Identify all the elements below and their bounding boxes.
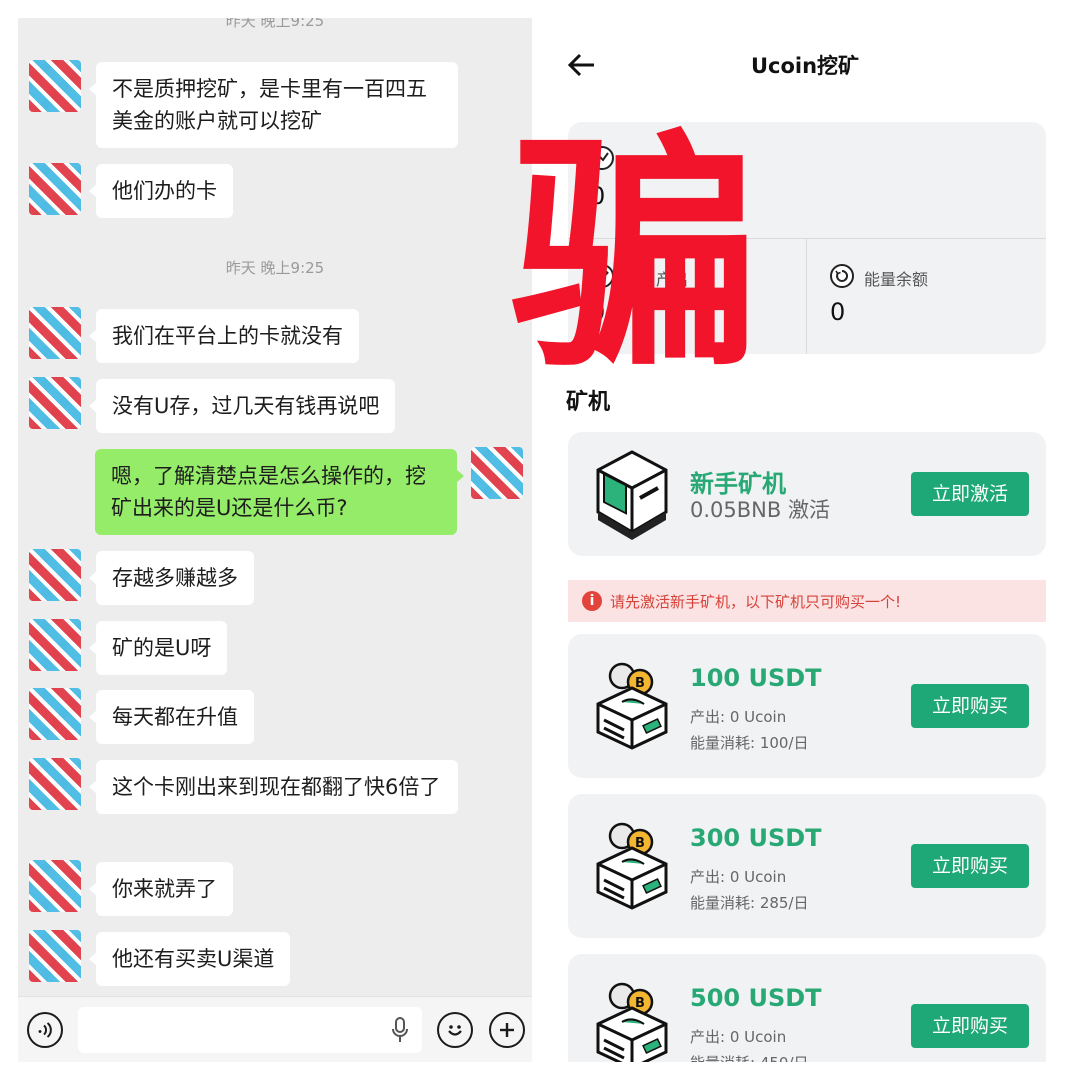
contact-avatar[interactable]	[29, 860, 81, 912]
coin-miner-icon: B	[596, 822, 668, 910]
message-bubble[interactable]: 你来就弄了	[89, 862, 233, 916]
my-message-bubble[interactable]: 嗯，了解清楚点是怎么操作的，挖矿出来的是U还是什么币?	[95, 449, 464, 535]
buy-button[interactable]: 立即购买	[911, 1004, 1029, 1048]
chat-timestamp: 昨天 晚上9:25	[225, 18, 325, 30]
stat-energy-value: 0	[830, 298, 846, 326]
message-bubble[interactable]: 这个卡刚出来到现在都翻了快6倍了	[89, 760, 458, 814]
coin-miner-icon: B	[596, 982, 668, 1062]
contact-avatar[interactable]	[29, 930, 81, 982]
miner-output: 产出: 0 Ucoin	[690, 708, 787, 726]
message-bubble[interactable]: 矿的是U呀	[88, 621, 228, 675]
coin-miner-icon: B	[596, 662, 668, 750]
message-bubble[interactable]: 没有U存，过几天有钱再说吧	[88, 379, 396, 433]
message-input[interactable]	[78, 1007, 422, 1053]
contact-avatar[interactable]	[29, 163, 81, 215]
scam-warning-overlay: 骗	[510, 120, 760, 370]
miner-output: 产出: 0 Ucoin	[690, 1028, 787, 1046]
divider	[806, 238, 807, 354]
recycle-icon	[830, 264, 854, 288]
contact-avatar[interactable]	[29, 549, 81, 601]
miner-output: 产出: 0 Ucoin	[690, 868, 787, 886]
miner-energy: 能量消耗: 285/日	[690, 894, 809, 912]
emoji-icon[interactable]	[437, 1012, 473, 1048]
buy-button[interactable]: 立即购买	[911, 844, 1029, 888]
buy-button[interactable]: 立即购买	[911, 684, 1029, 728]
screenshot-collage: 昨天 晚上9:25 不是质押挖矿，是卡里有一百四五美金的账户就可以挖矿 他们办的…	[0, 0, 1080, 1080]
info-icon: i	[582, 591, 602, 611]
contact-avatar[interactable]	[29, 377, 81, 429]
miner-card: B 100 USDT 产出: 0 Ucoin 能量消耗: 100/日 立即购买	[568, 634, 1046, 778]
contact-avatar[interactable]	[29, 60, 81, 112]
miner-price: 0.05BNB 激活	[690, 498, 830, 522]
miner-name: 300 USDT	[690, 824, 822, 852]
miner-name: 100 USDT	[690, 664, 822, 692]
contact-avatar[interactable]	[29, 307, 81, 359]
scam-character: 骗	[510, 120, 760, 370]
section-title: 矿机	[566, 390, 611, 415]
voice-icon[interactable]	[27, 1012, 63, 1048]
miner-name: 500 USDT	[690, 984, 822, 1012]
starter-miner-card: 新手矿机 0.05BNB 激活 立即激活	[568, 432, 1046, 556]
warning-notice: i 请先激活新手矿机，以下矿机只可购买一个!	[568, 580, 1046, 622]
message-bubble[interactable]: 他还有买卖U渠道	[88, 932, 291, 986]
contact-avatar[interactable]	[29, 688, 81, 740]
page-title: Ucoin挖矿	[750, 54, 860, 78]
message-bubble[interactable]: 他们办的卡	[89, 164, 233, 218]
plus-icon[interactable]	[489, 1012, 525, 1048]
message-bubble[interactable]: 每天都在升值	[89, 690, 254, 744]
miner-energy: 能量消耗: 100/日	[690, 734, 809, 752]
message-bubble[interactable]: 存越多赚越多	[89, 551, 254, 605]
message-bubble[interactable]: 我们在平台上的卡就没有	[89, 309, 359, 363]
contact-avatar[interactable]	[29, 619, 81, 671]
miner-card: B 300 USDT 产出: 0 Ucoin 能量消耗: 285/日 立即购买	[568, 794, 1046, 938]
miner-energy: 能量消耗: 450/日	[690, 1052, 809, 1062]
notice-text: 请先激活新手矿机，以下矿机只可购买一个!	[610, 593, 902, 611]
stat-label-energy: 能量余额	[864, 270, 929, 289]
message-bubble[interactable]: 不是质押挖矿，是卡里有一百四五美金的账户就可以挖矿	[89, 62, 458, 148]
activate-button[interactable]: 立即激活	[911, 472, 1029, 516]
my-avatar[interactable]	[471, 447, 523, 499]
chat-screen: 昨天 晚上9:25 不是质押挖矿，是卡里有一百四五美金的账户就可以挖矿 他们办的…	[18, 18, 532, 1062]
miner-box-icon	[596, 450, 668, 540]
microphone-icon[interactable]	[392, 1017, 408, 1043]
chat-input-bar	[18, 996, 532, 1062]
contact-avatar[interactable]	[29, 758, 81, 810]
chat-timestamp: 昨天 晚上9:25	[225, 259, 325, 277]
miner-card: B 500 USDT 产出: 0 Ucoin 能量消耗: 450/日 立即购买	[568, 954, 1046, 1062]
